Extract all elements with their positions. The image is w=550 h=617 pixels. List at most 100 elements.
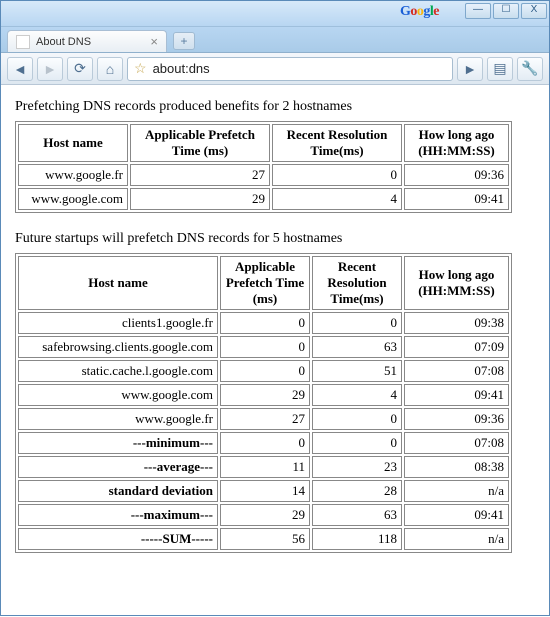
- col-ago: How long ago (HH:MM:SS): [404, 256, 509, 310]
- page-menu-button[interactable]: ▤: [487, 57, 513, 81]
- cell-resolution: 118: [312, 528, 402, 550]
- col-prefetch: Applicable Prefetch Time (ms): [220, 256, 310, 310]
- maximize-button[interactable]: ☐: [493, 3, 519, 19]
- go-button[interactable]: ►: [457, 57, 483, 81]
- cell-prefetch: 29: [220, 384, 310, 406]
- future-prefetch-caption: Future startups will prefetch DNS record…: [15, 231, 535, 247]
- back-button[interactable]: ◄: [7, 57, 33, 81]
- google-logo: Google: [400, 4, 439, 20]
- cell-ago: 07:08: [404, 432, 509, 454]
- table-row: www.google.com29409:41: [18, 188, 509, 210]
- toolbar: ◄ ► ⟳ ⌂ ☆ about:dns ► ▤ 🔧: [1, 53, 549, 85]
- prefetch-benefits-table: Host name Applicable Prefetch Time (ms) …: [15, 121, 512, 213]
- close-window-button[interactable]: X: [521, 3, 547, 19]
- address-bar[interactable]: ☆ about:dns: [127, 57, 453, 81]
- window-buttons: — ☐ X: [465, 3, 547, 19]
- col-host: Host name: [18, 124, 128, 162]
- wrench-menu-button[interactable]: 🔧: [517, 57, 543, 81]
- window-titlebar: Google — ☐ X: [1, 1, 549, 27]
- table-row: www.google.com29409:41: [18, 384, 509, 406]
- future-prefetch-table: Host name Applicable Prefetch Time (ms) …: [15, 253, 512, 553]
- reload-icon: ⟳: [74, 60, 86, 77]
- tab-favicon-icon: [16, 35, 30, 49]
- table-row: ---minimum---0007:08: [18, 432, 509, 454]
- col-prefetch: Applicable Prefetch Time (ms): [130, 124, 270, 162]
- page-icon: ▤: [493, 60, 506, 77]
- table-row: ---average---112308:38: [18, 456, 509, 478]
- cell-host: standard deviation: [18, 480, 218, 502]
- cell-prefetch: 29: [130, 188, 270, 210]
- table-row: clients1.google.fr0009:38: [18, 312, 509, 334]
- forward-button[interactable]: ►: [37, 57, 63, 81]
- browser-tab[interactable]: About DNS ×: [7, 30, 167, 52]
- cell-ago: 07:09: [404, 336, 509, 358]
- prefetch-benefits-caption: Prefetching DNS records produced benefit…: [15, 99, 535, 115]
- cell-ago: 09:38: [404, 312, 509, 334]
- col-resolution: Recent Resolution Time(ms): [312, 256, 402, 310]
- cell-host: -----SUM-----: [18, 528, 218, 550]
- cell-resolution: 51: [312, 360, 402, 382]
- cell-prefetch: 27: [220, 408, 310, 430]
- cell-host: www.google.com: [18, 384, 218, 406]
- arrow-left-icon: ◄: [13, 61, 27, 77]
- cell-ago: 09:41: [404, 504, 509, 526]
- cell-resolution: 28: [312, 480, 402, 502]
- cell-prefetch: 27: [130, 164, 270, 186]
- cell-resolution: 63: [312, 336, 402, 358]
- url-text: about:dns: [153, 61, 210, 76]
- table-header-row: Host name Applicable Prefetch Time (ms) …: [18, 124, 509, 162]
- wrench-icon: 🔧: [521, 60, 538, 77]
- cell-host: safebrowsing.clients.google.com: [18, 336, 218, 358]
- cell-host: static.cache.l.google.com: [18, 360, 218, 382]
- table-row: standard deviation1428n/a: [18, 480, 509, 502]
- cell-ago: n/a: [404, 528, 509, 550]
- cell-host: ---maximum---: [18, 504, 218, 526]
- cell-resolution: 0: [272, 164, 402, 186]
- cell-prefetch: 29: [220, 504, 310, 526]
- col-resolution: Recent Resolution Time(ms): [272, 124, 402, 162]
- table-header-row: Host name Applicable Prefetch Time (ms) …: [18, 256, 509, 310]
- new-tab-button[interactable]: +: [173, 32, 195, 50]
- minimize-button[interactable]: —: [465, 3, 491, 19]
- col-ago: How long ago (HH:MM:SS): [404, 124, 509, 162]
- home-icon: ⌂: [106, 61, 114, 77]
- tab-close-icon[interactable]: ×: [150, 34, 158, 49]
- table-row: -----SUM-----56118n/a: [18, 528, 509, 550]
- play-icon: ►: [463, 61, 477, 77]
- table-row: safebrowsing.clients.google.com06307:09: [18, 336, 509, 358]
- reload-button[interactable]: ⟳: [67, 57, 93, 81]
- cell-ago: n/a: [404, 480, 509, 502]
- cell-ago: 09:41: [404, 384, 509, 406]
- cell-resolution: 0: [312, 432, 402, 454]
- cell-host: clients1.google.fr: [18, 312, 218, 334]
- table-row: www.google.fr27009:36: [18, 164, 509, 186]
- cell-resolution: 0: [312, 408, 402, 430]
- cell-prefetch: 11: [220, 456, 310, 478]
- cell-host: ---average---: [18, 456, 218, 478]
- cell-ago: 08:38: [404, 456, 509, 478]
- cell-ago: 07:08: [404, 360, 509, 382]
- cell-host: www.google.com: [18, 188, 128, 210]
- bookmark-star-icon[interactable]: ☆: [134, 60, 147, 77]
- cell-ago: 09:41: [404, 188, 509, 210]
- table-row: www.google.fr27009:36: [18, 408, 509, 430]
- page-viewport: Prefetching DNS records produced benefit…: [1, 85, 549, 617]
- arrow-right-icon: ►: [43, 61, 57, 77]
- cell-host: ---minimum---: [18, 432, 218, 454]
- cell-prefetch: 0: [220, 432, 310, 454]
- table-row: static.cache.l.google.com05107:08: [18, 360, 509, 382]
- cell-host: www.google.fr: [18, 164, 128, 186]
- cell-host: www.google.fr: [18, 408, 218, 430]
- cell-resolution: 63: [312, 504, 402, 526]
- cell-prefetch: 56: [220, 528, 310, 550]
- table-row: ---maximum---296309:41: [18, 504, 509, 526]
- col-host: Host name: [18, 256, 218, 310]
- tab-title: About DNS: [36, 36, 91, 48]
- tab-strip: About DNS × +: [1, 27, 549, 53]
- cell-resolution: 4: [272, 188, 402, 210]
- cell-prefetch: 0: [220, 312, 310, 334]
- cell-resolution: 23: [312, 456, 402, 478]
- cell-prefetch: 0: [220, 360, 310, 382]
- home-button[interactable]: ⌂: [97, 57, 123, 81]
- cell-ago: 09:36: [404, 164, 509, 186]
